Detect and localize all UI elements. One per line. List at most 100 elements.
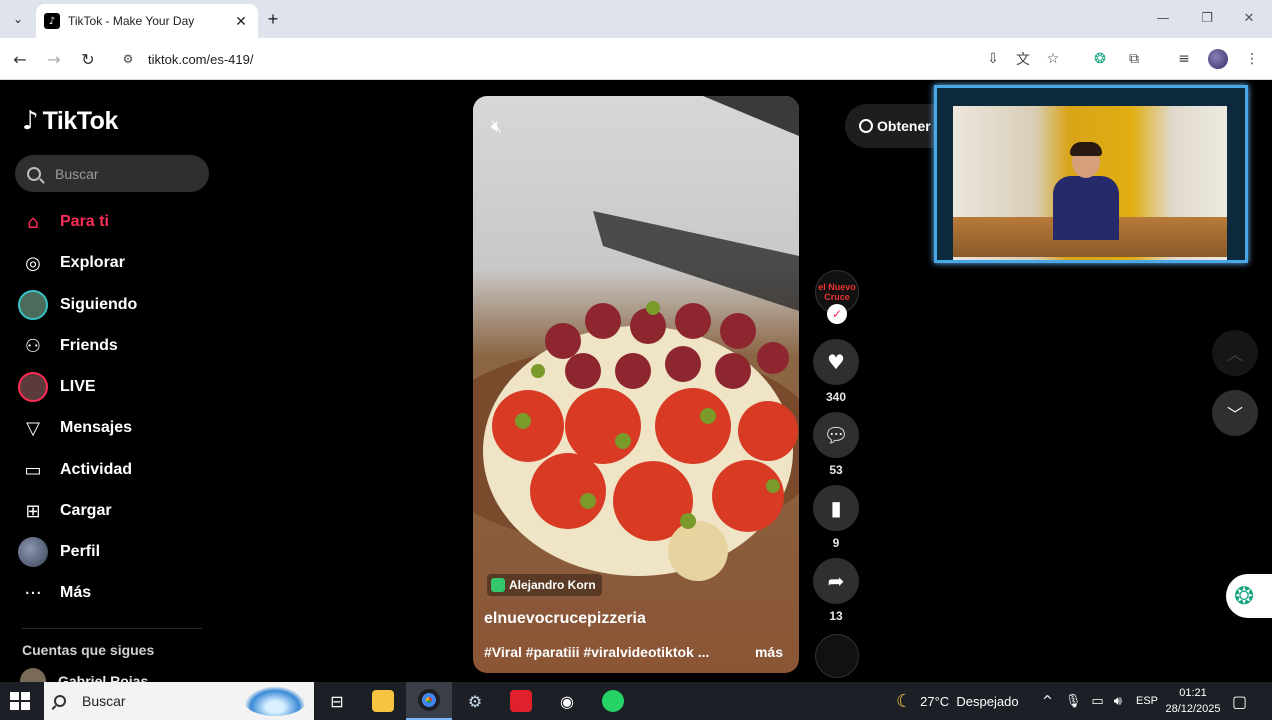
address-bar[interactable]: ⚙ tiktok.com/es-419/ xyxy=(110,43,1070,75)
minimize-button[interactable]: — xyxy=(1142,6,1184,30)
creator-badge[interactable]: Alejandro Korn xyxy=(487,574,602,596)
media-controls-icon[interactable]: ≡ xyxy=(1174,49,1194,69)
tiktok-logo[interactable]: ♪ TikTok xyxy=(22,106,118,136)
home-icon: ⌂ xyxy=(27,211,39,233)
taskbar-search[interactable]: Buscar xyxy=(44,682,314,720)
search-input[interactable] xyxy=(53,164,193,183)
previous-video-button[interactable]: ︿ xyxy=(1212,330,1258,376)
nav-friends[interactable]: ⚇ Friends xyxy=(18,330,118,362)
chrome-icon[interactable] xyxy=(406,682,452,720)
webcam-overlay xyxy=(934,85,1248,263)
search-icon xyxy=(27,166,41,181)
nav-perfil[interactable]: Perfil xyxy=(18,536,100,568)
chatgpt-floating-icon[interactable]: ❂ xyxy=(1226,574,1272,618)
menu-kebab-icon[interactable]: ⋮ xyxy=(1242,49,1262,69)
next-video-button[interactable]: ﹀ xyxy=(1212,390,1258,436)
nav-actividad[interactable]: ▭ Actividad xyxy=(18,454,132,486)
clock[interactable]: 01:21 28/12/2025 xyxy=(1158,685,1228,717)
more-link[interactable]: más xyxy=(755,644,783,660)
clock-date: 28/12/2025 xyxy=(1165,703,1221,715)
tab-strip: ⌄ ♪ TikTok - Make Your Day ✕ + — ❐ ✕ xyxy=(0,0,1272,38)
notifications-icon[interactable]: ▢ xyxy=(1232,682,1247,720)
extensions-icon[interactable]: ⧉ xyxy=(1124,49,1144,69)
forward-button[interactable]: → xyxy=(42,47,66,71)
share-button[interactable]: ➦ xyxy=(813,558,859,604)
nav-cargar[interactable]: ⊞ Cargar xyxy=(18,495,112,527)
install-app-icon[interactable]: ⇩ xyxy=(983,49,1003,69)
live-avatar xyxy=(18,372,48,402)
volume-icon[interactable]: 🔊︎ xyxy=(1114,694,1122,709)
reload-button[interactable]: ↻ xyxy=(76,47,100,71)
moon-icon: ☾ xyxy=(896,690,913,712)
nav-para-ti[interactable]: ⌂ Para ti xyxy=(18,206,109,238)
microphone-icon[interactable]: 🎙︎ xyxy=(1065,694,1082,709)
get-app-button[interactable]: Obtener xyxy=(845,104,945,148)
search-icon xyxy=(54,695,66,707)
tray-icons: ^ 🎙︎ ▭ 🔊︎ xyxy=(1042,682,1122,720)
friends-icon: ⚇ xyxy=(24,335,42,357)
amd-software-icon[interactable] xyxy=(498,682,544,720)
url-text[interactable]: tiktok.com/es-419/ xyxy=(148,52,254,67)
nav-label: Friends xyxy=(60,337,118,354)
nav-mas[interactable]: ··· Más xyxy=(18,577,91,609)
nav-siguiendo[interactable]: Siguiendo xyxy=(18,289,137,321)
upload-icon: ⊞ xyxy=(25,500,41,522)
search-highlight-image xyxy=(244,686,306,716)
file-explorer-icon[interactable] xyxy=(360,682,406,720)
browser-toolbar: ← → ↻ ⚙ tiktok.com/es-419/ ⇩ 文 ☆ ❂ ⧉ ≡ ⋮ xyxy=(0,38,1272,80)
video-username[interactable]: elnuevocrucepizzeria xyxy=(484,610,646,628)
nav-label: LIVE xyxy=(60,378,96,395)
site-info-icon[interactable]: ⚙ xyxy=(120,51,136,67)
language-indicator[interactable]: ESP xyxy=(1136,682,1158,720)
tab-close-icon[interactable]: ✕ xyxy=(232,13,250,30)
activity-icon: ▭ xyxy=(24,459,42,481)
nav-live[interactable]: LIVE xyxy=(18,371,96,403)
comment-icon: 💬︎ xyxy=(823,423,849,447)
chevron-up-icon[interactable]: ^ xyxy=(1042,694,1053,709)
chatgpt-extension-icon[interactable]: ❂ xyxy=(1090,49,1110,69)
following-heading: Cuentas que sigues xyxy=(22,642,155,658)
profile-avatar xyxy=(18,537,48,567)
video-player[interactable]: 🔇︎ Alejandro Korn elnuevocrucepizzeria #… xyxy=(473,96,799,673)
nav-mensajes[interactable]: ▽ Mensajes xyxy=(18,412,132,444)
tab-title: TikTok - Make Your Day xyxy=(68,14,195,28)
nav-label: Cargar xyxy=(60,502,112,519)
like-button[interactable]: ♥ xyxy=(813,339,859,385)
nav-explorar[interactable]: ◎ Explorar xyxy=(18,247,125,279)
tab-search-button[interactable]: ⌄ xyxy=(6,8,30,30)
profile-avatar-icon[interactable] xyxy=(1208,49,1228,69)
search-bar[interactable] xyxy=(15,155,209,192)
followed-check-icon[interactable]: ✓ xyxy=(827,304,847,324)
nav-label: Más xyxy=(60,584,92,601)
compass-icon: ◎ xyxy=(25,252,41,274)
muted-speaker-icon[interactable]: 🔇︎ xyxy=(491,116,502,137)
new-tab-button[interactable]: + xyxy=(262,8,284,30)
tiktok-favicon: ♪ xyxy=(44,13,60,29)
obs-icon[interactable]: ◉ xyxy=(544,682,590,720)
network-icon[interactable]: ▭ xyxy=(1091,694,1103,709)
more-icon: ··· xyxy=(24,582,42,604)
whatsapp-icon[interactable] xyxy=(590,682,636,720)
next-creator-avatar[interactable] xyxy=(815,634,859,678)
save-button[interactable]: ▮ xyxy=(813,485,859,531)
browser-tab[interactable]: ♪ TikTok - Make Your Day ✕ xyxy=(36,4,258,38)
video-caption: #Viral #paratiii #viralvideotiktok ... xyxy=(484,644,710,660)
clock-time: 01:21 xyxy=(1179,687,1207,699)
close-window-button[interactable]: ✕ xyxy=(1228,6,1270,30)
back-button[interactable]: ← xyxy=(8,47,32,71)
person-icon xyxy=(491,578,505,592)
task-view-icon[interactable]: ⊟ xyxy=(314,682,360,720)
steam-icon[interactable]: ⚙ xyxy=(452,682,498,720)
heart-icon: ♥ xyxy=(827,350,845,374)
taskbar: Buscar ⊟ ⚙ ◉ ☾ 27°C Despejado ^ 🎙︎ ▭ 🔊︎ … xyxy=(0,682,1272,720)
translate-icon[interactable]: 文 xyxy=(1013,49,1033,69)
nav-label: Mensajes xyxy=(60,419,133,436)
restore-button[interactable]: ❐ xyxy=(1186,6,1228,30)
share-arrow-icon: ➦ xyxy=(827,569,845,593)
share-count: 13 xyxy=(829,609,843,623)
windows-start-icon[interactable] xyxy=(10,692,30,710)
bookmark-star-icon[interactable]: ☆ xyxy=(1043,49,1063,69)
comment-button[interactable]: 💬︎ xyxy=(813,412,859,458)
following-avatar xyxy=(18,290,48,320)
weather-widget[interactable]: ☾ 27°C Despejado xyxy=(896,682,1019,720)
